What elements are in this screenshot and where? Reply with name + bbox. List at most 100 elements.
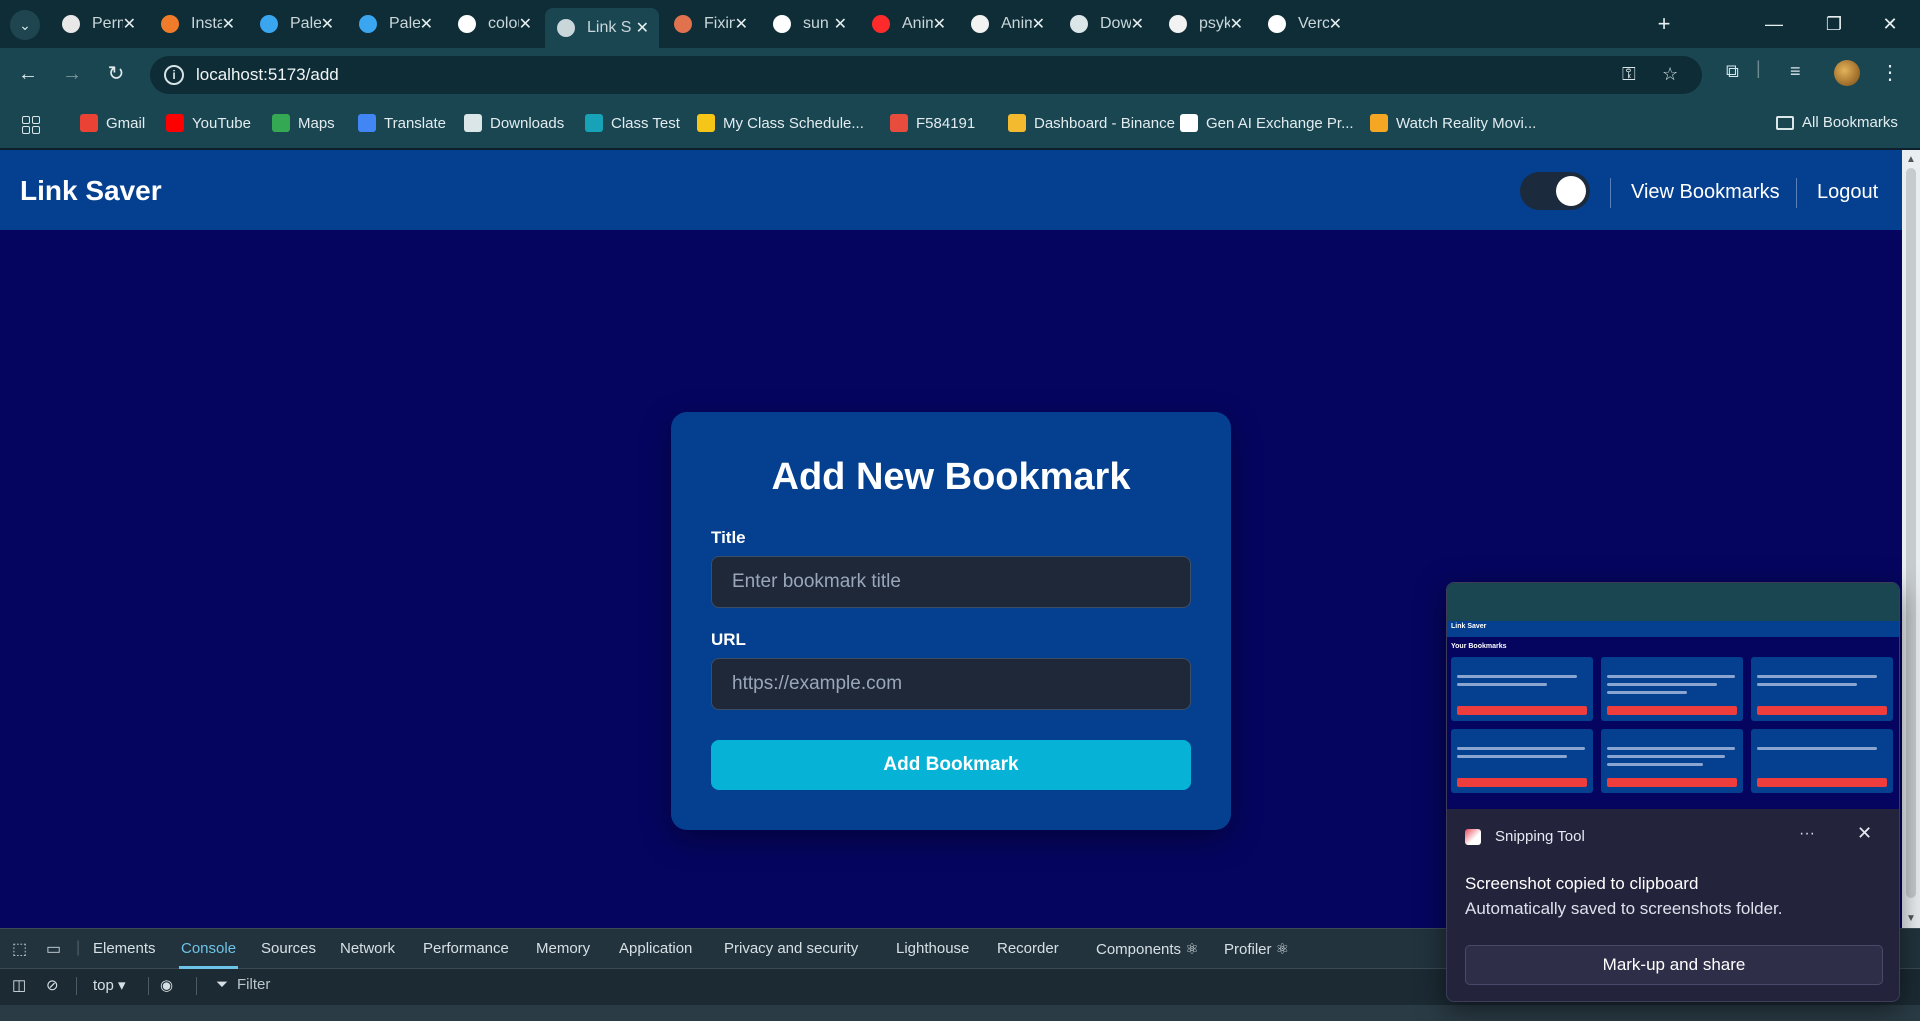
theme-toggle[interactable] — [1520, 172, 1590, 210]
device-toolbar-icon[interactable]: ▭ — [46, 939, 61, 959]
devtools-tab[interactable]: Memory — [536, 940, 590, 957]
page-scrollbar[interactable]: ▲ ▼ — [1902, 150, 1920, 928]
browser-tab[interactable]: Dowr✕ — [1058, 8, 1154, 40]
bookmark-star-icon[interactable]: ☆ — [1662, 64, 1678, 85]
bookmark-label: Dashboard - Binance — [1034, 114, 1175, 132]
close-tab-icon[interactable]: ✕ — [222, 14, 235, 34]
devtools-tab[interactable]: Network — [340, 940, 395, 957]
app-header: Link Saver View Bookmarks Logout — [0, 150, 1902, 230]
snipping-tool-notification[interactable]: Link Saver Your Bookmarks Snipping Tool … — [1446, 582, 1900, 1002]
view-bookmarks-link[interactable]: View Bookmarks — [1631, 181, 1780, 204]
sidebar-toggle-icon[interactable]: ◫ — [12, 976, 26, 994]
browser-tab[interactable]: psyk ✕ — [1157, 8, 1253, 40]
close-tab-icon[interactable]: ✕ — [735, 14, 748, 34]
console-filter-input[interactable]: Filter — [237, 976, 270, 993]
close-tab-icon[interactable]: ✕ — [834, 14, 847, 34]
browser-tab[interactable]: Palet✕ — [347, 8, 443, 40]
browser-tab[interactable]: Palett✕ — [248, 8, 344, 40]
thumbnail-brand: Link Saver — [1451, 623, 1487, 630]
media-controls-icon[interactable]: ≡ — [1790, 61, 1801, 82]
browser-tab[interactable]: Instar✕ — [149, 8, 245, 40]
close-tab-icon[interactable]: ✕ — [519, 14, 532, 34]
app-brand[interactable]: Link Saver — [20, 175, 162, 207]
url-label: URL — [711, 630, 746, 649]
browser-menu-icon[interactable]: ⋮ — [1880, 60, 1900, 85]
devtools-tab[interactable]: Application — [619, 940, 692, 957]
bookmark-item[interactable]: YouTube — [166, 114, 251, 132]
tab-title: psyk — [1199, 15, 1230, 32]
profile-avatar[interactable] — [1834, 60, 1860, 86]
devtools-tab[interactable]: Elements — [93, 940, 156, 957]
close-tab-icon[interactable]: ✕ — [1230, 14, 1243, 34]
back-button[interactable]: ← — [14, 60, 42, 88]
extensions-icon[interactable]: ⧉ — [1726, 61, 1739, 82]
url-input[interactable] — [711, 658, 1191, 710]
scrollbar-thumb[interactable] — [1906, 168, 1916, 898]
close-icon[interactable]: ✕ — [1857, 823, 1872, 844]
bookmark-item[interactable]: Gmail — [80, 114, 145, 132]
close-tab-icon[interactable]: ✕ — [123, 14, 136, 34]
devtools-tab[interactable]: Components ⚛ — [1096, 940, 1199, 958]
browser-tab[interactable]: Anim ✕ — [860, 8, 956, 40]
address-bar[interactable]: i localhost:5173/add ⚿ ☆ — [150, 56, 1702, 94]
add-bookmark-button[interactable]: Add Bookmark — [711, 740, 1191, 790]
bookmark-item[interactable]: Class Test — [585, 114, 680, 132]
screenshot-thumbnail[interactable]: Link Saver Your Bookmarks — [1447, 583, 1899, 809]
thumbnail-card — [1751, 729, 1893, 793]
devtools-tab[interactable]: Sources — [261, 940, 316, 957]
reload-button[interactable]: ↻ — [102, 60, 130, 88]
context-selector[interactable]: top ▾ — [93, 976, 126, 994]
close-tab-icon[interactable]: ✕ — [1131, 14, 1144, 34]
bookmark-label: Gen AI Exchange Pr... — [1206, 114, 1354, 132]
browser-tab[interactable]: sun n✕ — [761, 8, 857, 40]
tab-search-button[interactable]: ⌄ — [10, 10, 40, 40]
more-options-icon[interactable]: ··· — [1799, 825, 1815, 843]
url-text[interactable]: localhost:5173/add — [196, 65, 339, 85]
logout-link[interactable]: Logout — [1817, 181, 1878, 204]
live-expression-eye-icon[interactable]: ◉ — [160, 976, 173, 994]
devtools-tab[interactable]: Lighthouse — [896, 940, 969, 957]
bookmark-item[interactable]: Translate — [358, 114, 446, 132]
browser-tab[interactable]: Fixing✕ — [662, 8, 758, 40]
forward-button[interactable]: → — [58, 60, 86, 88]
apps-grid-icon[interactable] — [22, 116, 40, 134]
bookmark-item[interactable]: Watch Reality Movi... — [1370, 114, 1536, 132]
scroll-up-arrow[interactable]: ▲ — [1906, 154, 1916, 165]
bookmark-item[interactable]: F584191 — [890, 114, 975, 132]
browser-tab[interactable]: Perm✕ — [50, 8, 146, 40]
markup-and-share-button[interactable]: Mark-up and share — [1465, 945, 1883, 985]
browser-tab[interactable]: Anim ✕ — [959, 8, 1055, 40]
close-tab-icon[interactable]: ✕ — [1329, 14, 1342, 34]
close-tab-icon[interactable]: ✕ — [420, 14, 433, 34]
password-key-icon[interactable]: ⚿ — [1622, 64, 1636, 85]
minimize-button[interactable]: — — [1760, 10, 1788, 38]
title-input[interactable] — [711, 556, 1191, 608]
site-info-icon[interactable]: i — [164, 65, 184, 85]
inspect-element-icon[interactable]: ⬚ — [12, 939, 27, 959]
scroll-down-arrow[interactable]: ▼ — [1906, 913, 1916, 924]
bookmark-item[interactable]: Gen AI Exchange Pr... — [1180, 114, 1354, 132]
close-tab-icon[interactable]: ✕ — [1032, 14, 1045, 34]
devtools-tab[interactable]: Performance — [423, 940, 509, 957]
close-tab-icon[interactable]: ✕ — [933, 14, 946, 34]
devtools-tab[interactable]: Privacy and security — [724, 940, 858, 957]
filter-icon[interactable]: ⏷ — [216, 976, 228, 993]
bookmark-item[interactable]: Dashboard - Binance — [1008, 114, 1175, 132]
browser-tab[interactable]: Link S ✕ — [545, 8, 659, 48]
tab-title: Anim — [1001, 15, 1032, 32]
close-tab-icon[interactable]: ✕ — [321, 14, 334, 34]
close-window-button[interactable]: ✕ — [1876, 10, 1904, 38]
close-tab-icon[interactable]: ✕ — [636, 18, 649, 38]
bookmark-item[interactable]: My Class Schedule... — [697, 114, 864, 132]
devtools-tab[interactable]: Recorder — [997, 940, 1059, 957]
new-tab-button[interactable]: + — [1650, 10, 1678, 38]
devtools-tab[interactable]: Profiler ⚛ — [1224, 940, 1289, 958]
all-bookmarks-button[interactable]: All Bookmarks — [1776, 114, 1898, 131]
bookmark-item[interactable]: Maps — [272, 114, 335, 132]
bookmark-item[interactable]: Downloads — [464, 114, 564, 132]
clear-console-icon[interactable]: ⊘ — [46, 976, 59, 994]
restore-button[interactable]: ❐ — [1820, 10, 1848, 38]
browser-tab[interactable]: colou✕ — [446, 8, 542, 40]
devtools-tab[interactable]: Console — [178, 940, 239, 969]
browser-tab[interactable]: Verce✕ — [1256, 8, 1352, 40]
